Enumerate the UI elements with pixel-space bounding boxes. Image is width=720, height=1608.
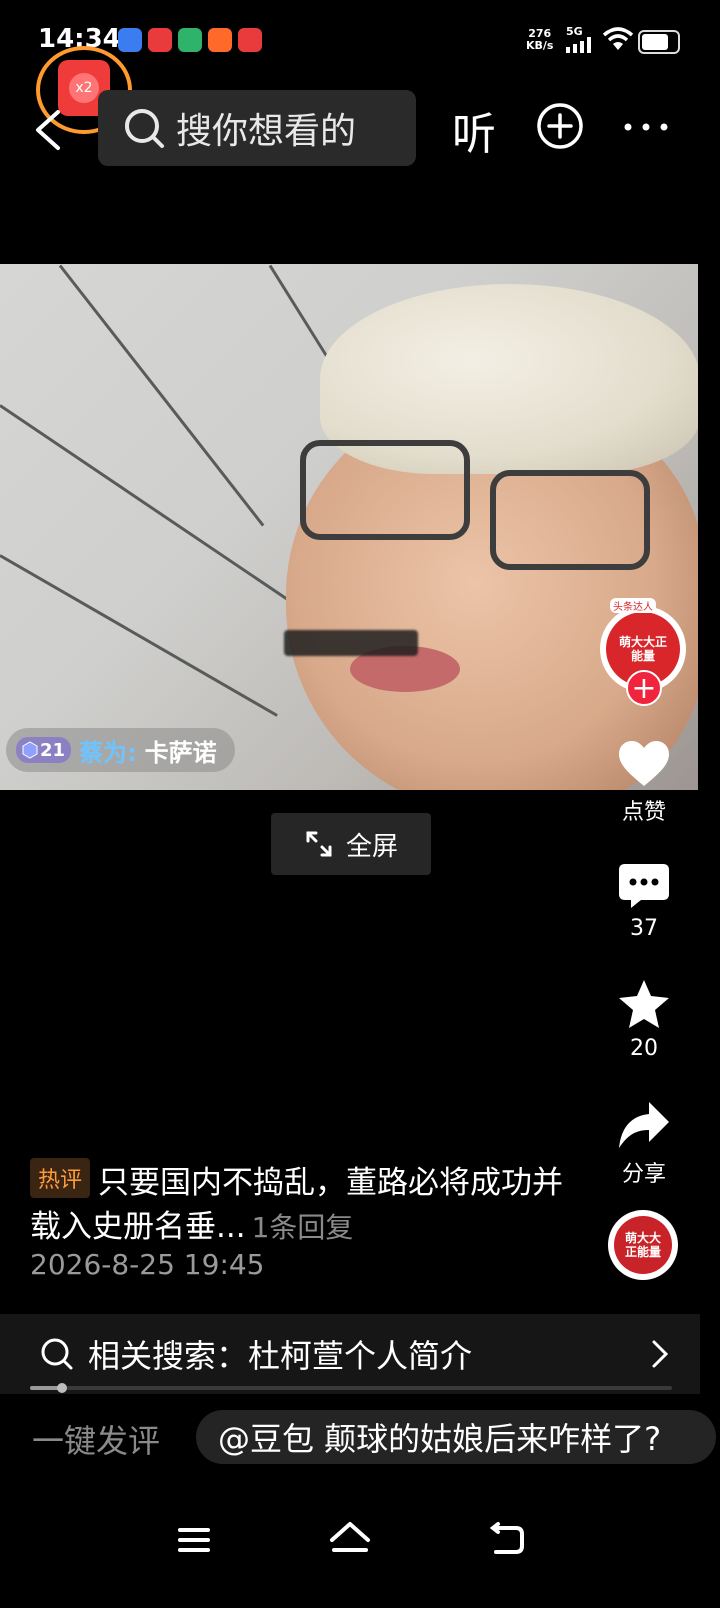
menu-icon[interactable] xyxy=(164,1510,224,1570)
search-icon xyxy=(125,109,164,148)
glasses-right-lens xyxy=(490,470,650,570)
toutiao-icon xyxy=(148,28,172,52)
home-icon[interactable] xyxy=(320,1510,380,1570)
network-type: 5G xyxy=(566,25,583,38)
music-disc[interactable]: 萌大大正能量 xyxy=(608,1210,678,1280)
network-speed: 276 KB/s xyxy=(526,28,553,52)
fullscreen-button[interactable]: 全屏 xyxy=(271,813,431,875)
toutiao-icon xyxy=(238,28,262,52)
like-label: 点赞 xyxy=(621,800,666,825)
back-button[interactable] xyxy=(30,108,70,152)
signal-icon: 5G xyxy=(566,26,592,57)
ai-suggestion-text: @豆包 颠球的姑娘后来咋样了? xyxy=(218,1420,662,1458)
more-options-button[interactable] xyxy=(622,112,670,142)
comment-icon xyxy=(619,864,669,908)
wifi-icon xyxy=(602,27,634,50)
hot-comment-tag: 热评 xyxy=(30,1158,91,1198)
related-search-bar[interactable]: 相关搜索：杜柯萱个人简介 xyxy=(0,1314,700,1394)
expand-icon xyxy=(306,831,332,857)
danmu-text: 卡萨诺 xyxy=(144,738,217,767)
network-speed-unit: KB/s xyxy=(526,39,554,52)
back-nav-icon[interactable] xyxy=(476,1510,536,1570)
follow-button[interactable]: + xyxy=(626,670,662,706)
background-line xyxy=(268,264,335,369)
fullscreen-label: 全屏 xyxy=(345,831,398,862)
related-search-text: 相关搜索：杜柯萱个人简介 xyxy=(88,1337,473,1375)
hot-comment-date: 2026-8-25 19:45 xyxy=(30,1248,265,1281)
background-line xyxy=(0,554,278,717)
quick-comment-button[interactable]: 一键发评 xyxy=(32,1416,160,1462)
user-level-badge: 21 xyxy=(16,737,72,763)
favorite-count: 20 xyxy=(630,1036,658,1061)
search-icon xyxy=(41,1338,73,1370)
app-icon xyxy=(208,28,232,52)
hot-comment[interactable]: 热评 只要国内不捣乱，董路必将成功并载入史册名垂... 1条回复 xyxy=(30,1158,590,1249)
reply-count-link[interactable]: 1条回复 xyxy=(252,1211,354,1244)
danmu-username: 蔡为: xyxy=(79,738,137,767)
music-disc-image: 萌大大正能量 xyxy=(614,1216,672,1274)
danmu-comment: 21 蔡为: 卡萨诺 xyxy=(6,728,235,772)
share-button[interactable]: 分享 xyxy=(604,1100,684,1188)
star-icon xyxy=(619,980,669,1028)
creator-tag: 头条达人 xyxy=(610,598,656,613)
search-placeholder: 搜你想看的 xyxy=(176,111,357,152)
blurred-subtitle xyxy=(284,630,418,656)
heart-icon xyxy=(619,741,669,786)
status-app-icons xyxy=(118,28,262,52)
add-button[interactable] xyxy=(536,102,584,150)
background-line xyxy=(58,264,265,527)
system-navigation-bar xyxy=(0,1490,720,1608)
music-disc-text: 萌大大正能量 xyxy=(624,1231,661,1259)
video-player[interactable]: 21 蔡为: 卡萨诺 xyxy=(0,264,698,790)
share-icon xyxy=(619,1102,669,1148)
like-button[interactable]: 点赞 xyxy=(604,740,684,826)
glasses-left-lens xyxy=(300,440,470,540)
creator-avatar-text: 萌大大正能量 xyxy=(618,635,667,663)
comment-button[interactable]: 37 xyxy=(604,862,684,941)
favorite-button[interactable]: 20 xyxy=(604,978,684,1061)
level-icon xyxy=(22,741,38,759)
battery-level xyxy=(642,34,668,50)
search-input[interactable]: 搜你想看的 xyxy=(98,90,416,166)
user-level: 21 xyxy=(40,739,66,761)
background-line xyxy=(0,404,316,620)
comment-count: 37 xyxy=(630,916,658,941)
battery-icon xyxy=(638,30,680,54)
chevron-right-icon xyxy=(652,1340,669,1368)
browser-icon xyxy=(118,28,142,52)
app-icon xyxy=(178,28,202,52)
ai-suggestion-chip[interactable]: @豆包 颠球的姑娘后来咋样了? xyxy=(196,1410,716,1464)
video-progress-bar[interactable] xyxy=(30,1383,672,1393)
share-label: 分享 xyxy=(621,1162,666,1187)
red-packet-badge: x2 xyxy=(69,73,99,103)
listen-button[interactable]: 听 xyxy=(452,98,496,162)
video-progress-handle[interactable] xyxy=(57,1383,67,1393)
